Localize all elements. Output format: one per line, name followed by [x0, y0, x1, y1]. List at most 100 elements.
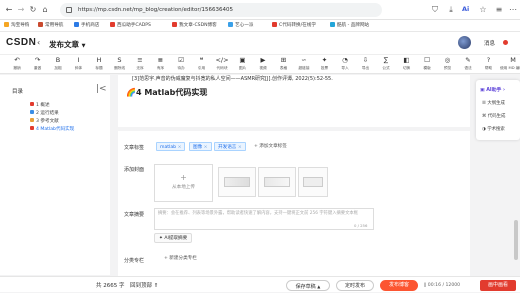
toolbar-label: 重做: [33, 66, 42, 70]
strike-icon: S: [117, 56, 122, 64]
close-icon[interactable]: ×: [236, 145, 242, 150]
cover-thumbnail-1[interactable]: [218, 167, 256, 197]
tags-row: matlab × 图像 × 开发语言 × + 添加文章标签: [156, 142, 356, 152]
more-icon[interactable]: ⋯: [508, 5, 518, 15]
cover-thumbnail-2[interactable]: [258, 167, 296, 197]
strike-button[interactable]: S 删除线: [111, 56, 129, 74]
bookmark-item[interactable]: 艺心一派: [228, 22, 253, 30]
ai-assistant-panel: ▣ AI助手 › ☰ 大纲生成 ⌘ 代码生成 ◑ 学术搜索: [476, 80, 520, 140]
ai-item-code[interactable]: ⌘ 代码生成: [482, 113, 505, 119]
publish-button[interactable]: 发布博客: [380, 280, 418, 291]
preview-button[interactable]: ◎ 预览: [439, 56, 457, 74]
download-icon[interactable]: ⤓: [446, 5, 456, 15]
csdn-logo[interactable]: CSDN: [6, 37, 36, 48]
back-arrow-icon[interactable]: ‹: [37, 38, 40, 47]
toolbar-label: 语法: [464, 66, 472, 70]
switch-button[interactable]: ◧ 切换: [398, 56, 416, 74]
close-icon[interactable]: ×: [176, 145, 182, 150]
ai-summary-button[interactable]: ✦ AI提取摘要: [154, 233, 193, 243]
bookmark-item[interactable]: 西瓜助手CADPS: [110, 22, 151, 30]
todo-button[interactable]: ☑ 待办: [172, 56, 190, 74]
toolbar-label: 帮助: [484, 66, 493, 70]
save-draft-button[interactable]: 保存草稿 ▲: [286, 280, 330, 291]
link-button[interactable]: ∽ 超链接: [295, 56, 313, 74]
ai-browser-button[interactable]: Ai: [462, 5, 469, 13]
table-button[interactable]: ⊞ 表格: [275, 56, 293, 74]
bookmark-item[interactable]: 常用导航: [38, 22, 63, 30]
md-editor-button[interactable]: M 使用 MD 编辑器: [500, 56, 520, 74]
bookmarks-bar: 淘宝导购 常用导航 手机商店 西瓜助手CADPS 我文章-CSDN博客 艺心一派 C代码转换…: [0, 20, 520, 32]
formula-button[interactable]: ∑ 公式: [377, 56, 395, 74]
video-button[interactable]: ▶ 视频: [254, 56, 272, 74]
export-button[interactable]: ⇩ 导出: [357, 56, 375, 74]
add-tag-button[interactable]: + 添加文章标签: [254, 143, 287, 149]
heading-icon: H: [96, 56, 102, 64]
caret-down-icon[interactable]: ▼: [82, 43, 86, 49]
ul-button[interactable]: ≡ 无序: [131, 56, 149, 74]
bookmark-item[interactable]: 手机商店: [74, 22, 99, 30]
toc-title: 目录: [12, 89, 24, 95]
syntax-button[interactable]: ✎ 语法: [459, 56, 477, 74]
reload-icon[interactable]: ↻: [28, 5, 38, 15]
heading-button[interactable]: H 标题: [90, 56, 108, 74]
undo-button[interactable]: ↶ 撤销: [8, 56, 26, 74]
bookmark-label: 西瓜助手CADPS: [117, 23, 151, 28]
category-label: 分类专栏: [124, 258, 145, 264]
vote-button[interactable]: ✦ 投票: [316, 56, 334, 74]
page-scrollbar[interactable]: [514, 220, 518, 260]
italic-button[interactable]: I 斜体: [70, 56, 88, 74]
scheduled-publish-button[interactable]: 定时发布: [336, 280, 374, 291]
switch-icon: ◧: [403, 56, 410, 64]
help-button[interactable]: ? 帮助: [480, 56, 498, 74]
pip-button[interactable]: 画中画看: [480, 280, 516, 291]
collapse-sidebar-icon[interactable]: |<: [96, 84, 107, 94]
forward-icon[interactable]: →: [16, 5, 26, 15]
tag-chip[interactable]: 图像 ×: [189, 142, 212, 151]
md-editor-icon: M: [510, 56, 516, 64]
toc-item[interactable]: 3 参考文献: [30, 118, 59, 124]
document-body[interactable]: [3]范思宇.声音的伪威魔复与抖宽的私人空间——ASMR研究[J].创作评谭, …: [118, 75, 470, 127]
template-icon: ☐: [424, 56, 430, 64]
toc-item-icon: [30, 102, 34, 106]
messages-link[interactable]: 消息: [484, 39, 495, 47]
upload-cover-box[interactable]: + 从本地上传: [154, 164, 213, 202]
menu-icon[interactable]: ≡: [494, 5, 504, 15]
ai-item-outline[interactable]: ☰ 大纲生成: [482, 100, 505, 106]
close-icon[interactable]: ×: [202, 145, 208, 150]
home-icon[interactable]: ⌂: [40, 5, 50, 15]
cover-thumbnail-3[interactable]: [298, 167, 328, 197]
avatar[interactable]: [458, 36, 471, 49]
back-icon[interactable]: ←: [4, 5, 14, 15]
back-to-top-link[interactable]: 回到顶部 ⇑: [130, 281, 158, 289]
toolbar-label: 切换: [402, 66, 411, 70]
image-button[interactable]: ▣ 图片: [234, 56, 252, 74]
shield-icon[interactable]: ⛉: [430, 5, 440, 15]
ol-button[interactable]: ≣ 有序: [152, 56, 170, 74]
bookmark-icon: [330, 22, 335, 27]
toc-item[interactable]: 1 概述: [30, 102, 50, 108]
ol-icon: ≣: [157, 56, 164, 64]
ai-panel-title[interactable]: ▣ AI助手 ›: [480, 86, 505, 93]
pause-icon[interactable]: ‖: [424, 283, 426, 288]
redo-button[interactable]: ↷ 重做: [29, 56, 47, 74]
template-button[interactable]: ☐ 模版: [418, 56, 436, 74]
bold-button[interactable]: B 加粗: [49, 56, 67, 74]
bookmark-item[interactable]: C代码转换/在线学: [272, 22, 316, 30]
code-button[interactable]: </> 代码块: [213, 56, 231, 74]
bookmark-item[interactable]: 我文章-CSDN博客: [172, 22, 217, 30]
star-icon[interactable]: ☆: [478, 5, 488, 15]
quote-button[interactable]: ❝ 引用: [193, 56, 211, 74]
ai-item-academic[interactable]: ◑ 学术搜索: [482, 126, 505, 132]
notification-dot: [503, 40, 508, 45]
tag-chip[interactable]: matlab ×: [156, 142, 186, 151]
publish-settings-form: 文章标签 matlab × 图像 × 开发语言 × + 添加文章标签 添加封面 + 从…: [118, 131, 470, 291]
import-button[interactable]: ◔ 导入: [336, 56, 354, 74]
url-input[interactable]: https://mp.csdn.net/mp_blog/creation/edi…: [60, 3, 382, 17]
toc-item[interactable]: 4 Matlab代码实现: [30, 126, 74, 132]
tag-chip[interactable]: 开发语言 ×: [214, 142, 246, 151]
bookmark-item[interactable]: 淘宝导购: [4, 22, 29, 30]
bookmark-item[interactable]: 酷航 - 品牌网站: [330, 22, 369, 30]
toc-item[interactable]: 2 运行结果: [30, 110, 59, 116]
summary-textarea[interactable]: 摘要：会在推荐、列表等场景外露，帮助读者快速了解内容，支持一键将正文前 256 …: [154, 208, 374, 230]
new-category-button[interactable]: + 新建分类专栏: [164, 255, 197, 261]
